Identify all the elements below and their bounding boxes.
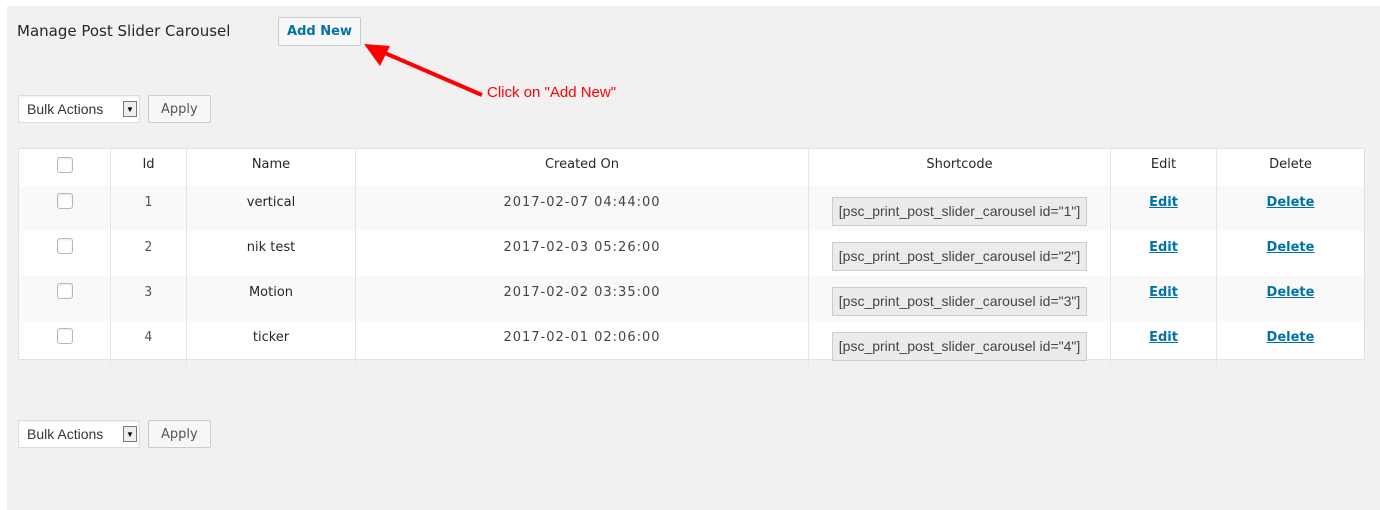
column-header-id: Id <box>110 149 187 186</box>
edit-link[interactable]: Edit <box>1149 330 1178 345</box>
page-title: Manage Post Slider Carousel <box>17 22 231 40</box>
apply-button[interactable]: Apply <box>148 95 211 123</box>
bulk-actions-select[interactable]: Bulk Actions ▼ <box>18 420 140 448</box>
row-id: 4 <box>144 330 153 345</box>
column-header-created-on: Created On <box>355 149 809 186</box>
table-row: 2 nik test 2017-02-03 05:26:00 [psc_prin… <box>19 231 1364 276</box>
select-all-checkbox[interactable] <box>56 157 73 173</box>
bulk-actions-top: Bulk Actions ▼ Apply <box>18 95 211 123</box>
carousel-table: Id Name Created On Shortcode Edit Delete… <box>18 148 1365 366</box>
edit-link[interactable]: Edit <box>1149 285 1178 300</box>
annotation-arrow-icon <box>364 44 483 97</box>
row-created-on: 2017-02-02 03:35:00 <box>503 285 661 300</box>
row-checkbox[interactable] <box>56 283 73 299</box>
bulk-actions-select[interactable]: Bulk Actions ▼ <box>18 95 140 123</box>
column-header-name: Name <box>186 149 356 186</box>
add-new-button[interactable]: Add New <box>278 17 361 46</box>
delete-link[interactable]: Delete <box>1267 330 1315 345</box>
row-shortcode[interactable]: [psc_print_post_slider_carousel id="4"] <box>831 332 1088 361</box>
row-id: 1 <box>144 195 153 210</box>
row-name: ticker <box>252 330 290 345</box>
delete-link[interactable]: Delete <box>1267 240 1315 255</box>
annotation-text: Click on "Add New" <box>487 84 617 101</box>
row-shortcode[interactable]: [psc_print_post_slider_carousel id="2"] <box>831 242 1088 271</box>
dropdown-caret-icon: ▼ <box>123 101 137 117</box>
dropdown-caret-icon: ▼ <box>123 426 137 442</box>
row-id: 2 <box>144 240 153 255</box>
delete-link[interactable]: Delete <box>1267 285 1315 300</box>
bulk-actions-label: Bulk Actions <box>27 101 104 117</box>
column-header-delete: Delete <box>1216 149 1364 186</box>
column-header-shortcode: Shortcode <box>808 149 1111 186</box>
row-created-on: 2017-02-03 05:26:00 <box>503 240 661 255</box>
row-name: nik test <box>246 240 296 255</box>
delete-link[interactable]: Delete <box>1267 195 1315 210</box>
row-shortcode[interactable]: [psc_print_post_slider_carousel id="3"] <box>831 287 1088 316</box>
row-name: Motion <box>248 285 294 300</box>
bulk-actions-label: Bulk Actions <box>27 426 104 442</box>
column-header-edit: Edit <box>1110 149 1217 186</box>
apply-button[interactable]: Apply <box>148 420 211 448</box>
table-row: 1 vertical 2017-02-07 04:44:00 [psc_prin… <box>19 186 1364 231</box>
row-checkbox[interactable] <box>56 238 73 254</box>
row-created-on: 2017-02-01 02:06:00 <box>503 330 661 345</box>
table-header-row: Id Name Created On Shortcode Edit Delete <box>19 149 1364 186</box>
bulk-actions-bottom: Bulk Actions ▼ Apply <box>18 420 211 448</box>
row-checkbox[interactable] <box>56 193 73 209</box>
row-created-on: 2017-02-07 04:44:00 <box>503 195 661 210</box>
row-name: vertical <box>246 195 296 210</box>
row-id: 3 <box>144 285 153 300</box>
edit-link[interactable]: Edit <box>1149 240 1178 255</box>
table-row: 3 Motion 2017-02-02 03:35:00 [psc_print_… <box>19 276 1364 321</box>
row-shortcode[interactable]: [psc_print_post_slider_carousel id="1"] <box>831 197 1088 226</box>
edit-link[interactable]: Edit <box>1149 195 1178 210</box>
row-checkbox[interactable] <box>56 328 73 344</box>
table-row: 4 ticker 2017-02-01 02:06:00 [psc_print_… <box>19 321 1364 366</box>
